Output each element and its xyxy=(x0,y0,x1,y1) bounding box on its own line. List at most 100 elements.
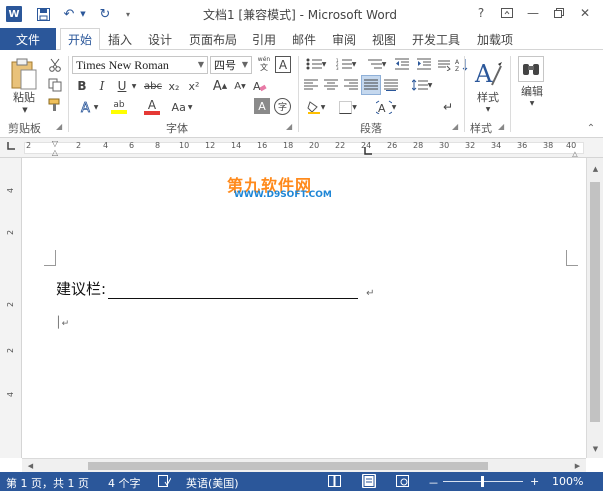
subscript-button[interactable]: x₂ xyxy=(166,78,182,94)
align-left-icon[interactable] xyxy=(302,76,320,94)
tab-selector-icon[interactable] xyxy=(6,141,18,154)
tab-view[interactable]: 视图 xyxy=(366,28,402,50)
font-color-icon[interactable]: A xyxy=(138,98,166,116)
tab-file[interactable]: 文件 xyxy=(0,28,56,50)
font-size-combo[interactable]: 四号 ▼ xyxy=(210,56,252,74)
enclose-characters-icon[interactable]: 字 xyxy=(274,98,291,115)
bold-button[interactable]: B xyxy=(74,78,90,94)
styles-button-label[interactable]: 样式 xyxy=(470,90,506,104)
left-tab-stop-icon[interactable] xyxy=(363,146,373,156)
paste-icon[interactable] xyxy=(6,56,42,92)
document-paragraph[interactable]: 建议栏: ↵ xyxy=(56,278,374,299)
editing-button-label[interactable]: 编辑 xyxy=(516,84,548,98)
paste-dropdown-icon[interactable]: ▼ xyxy=(18,105,32,115)
chinese-layout-icon[interactable] xyxy=(436,56,452,72)
word-app-icon[interactable]: W xyxy=(6,6,22,22)
borders-icon[interactable]: ▼ xyxy=(334,98,362,116)
page-count-status[interactable]: 第 1 页，共 1 页 xyxy=(6,475,89,491)
close-button[interactable]: ✕ xyxy=(574,4,596,22)
cut-icon[interactable] xyxy=(46,56,64,74)
show-paragraph-marks-icon[interactable]: ↵ xyxy=(440,98,456,116)
underline-dropdown-icon[interactable]: ▼ xyxy=(130,78,138,94)
tab-design[interactable]: 设计 xyxy=(142,28,178,50)
scroll-left-icon[interactable]: ◀ xyxy=(22,459,39,473)
change-case-icon[interactable]: Aa ▼ xyxy=(168,98,196,116)
shading-icon[interactable]: ▼ xyxy=(302,98,330,116)
highlight-color-icon[interactable]: ab xyxy=(104,98,134,116)
indent-marker-icon[interactable]: ▽ △ xyxy=(50,138,60,158)
font-name-combo[interactable]: Times New Roman ▼ xyxy=(72,56,208,74)
italic-button[interactable]: I xyxy=(94,78,110,94)
font-name-dropdown-icon[interactable]: ▼ xyxy=(198,57,204,73)
tab-page-layout[interactable]: 页面布局 xyxy=(184,28,242,50)
vertical-scroll-thumb[interactable] xyxy=(590,182,600,422)
scroll-down-icon[interactable]: ▼ xyxy=(587,442,603,456)
styles-launcher-icon[interactable]: ◢ xyxy=(498,122,504,131)
justify-icon[interactable] xyxy=(361,75,381,95)
font-launcher-icon[interactable]: ◢ xyxy=(286,122,292,131)
tab-insert[interactable]: 插入 xyxy=(102,28,138,50)
underline-button[interactable]: U xyxy=(114,78,130,94)
paste-button-label[interactable]: 粘贴 xyxy=(6,90,42,104)
tab-mailings[interactable]: 邮件 xyxy=(286,28,322,50)
tab-review[interactable]: 审阅 xyxy=(326,28,362,50)
asian-typography-icon[interactable]: A ▼ xyxy=(372,98,400,116)
editing-dropdown-icon[interactable]: ▼ xyxy=(526,98,538,108)
styles-dropdown-icon[interactable]: ▼ xyxy=(482,104,494,114)
read-mode-icon[interactable] xyxy=(328,475,342,490)
copy-icon[interactable] xyxy=(46,76,64,94)
numbering-icon[interactable]: 1 2 3 ▼ xyxy=(332,56,360,72)
character-border-icon[interactable]: A xyxy=(275,56,291,73)
collapse-ribbon-icon[interactable]: ⌃ xyxy=(584,122,598,134)
tab-add-ins[interactable]: 加载项 xyxy=(470,28,520,50)
font-size-dropdown-icon[interactable]: ▼ xyxy=(242,57,248,73)
character-shading-icon[interactable]: A xyxy=(254,98,270,114)
scroll-up-icon[interactable]: ▲ xyxy=(587,162,603,176)
vertical-scrollbar[interactable]: ▲ ▼ xyxy=(586,158,603,458)
zoom-out-button[interactable]: － xyxy=(428,475,439,491)
document-canvas[interactable]: 第九软件网 WWW.D9SOFT.COM 建议栏: ↵ │↵ xyxy=(22,158,586,458)
zoom-slider-thumb[interactable] xyxy=(481,476,484,487)
redo-icon[interactable]: ↻ xyxy=(96,5,114,23)
print-layout-icon[interactable] xyxy=(362,474,376,488)
clipboard-launcher-icon[interactable]: ◢ xyxy=(56,122,62,131)
align-center-icon[interactable] xyxy=(322,76,340,94)
text-effects-icon[interactable]: A ▼ xyxy=(74,98,104,116)
phonetic-guide-icon[interactable]: wén 文 xyxy=(255,54,273,74)
tab-developer[interactable]: 开发工具 xyxy=(406,28,466,50)
align-right-icon[interactable] xyxy=(342,76,360,94)
web-layout-icon[interactable] xyxy=(396,475,410,490)
tab-home[interactable]: 开始 xyxy=(60,28,100,51)
superscript-button[interactable]: x² xyxy=(186,78,202,94)
help-button[interactable]: ? xyxy=(470,4,492,22)
scroll-right-icon[interactable]: ▶ xyxy=(569,459,586,473)
clear-formatting-icon[interactable]: A xyxy=(252,78,268,94)
shrink-font-icon[interactable]: A ▼ xyxy=(232,78,248,94)
save-icon[interactable] xyxy=(34,5,52,23)
paragraph-launcher-icon[interactable]: ◢ xyxy=(452,122,458,131)
right-indent-marker-icon[interactable]: △ xyxy=(570,150,580,158)
tab-references[interactable]: 引用 xyxy=(246,28,282,50)
undo-icon[interactable]: ↶ xyxy=(60,5,78,23)
increase-indent-icon[interactable] xyxy=(414,56,434,72)
styles-icon[interactable]: A xyxy=(470,56,506,90)
undo-dropdown-icon[interactable]: ▼ xyxy=(78,5,88,23)
minimize-button[interactable]: — xyxy=(522,4,544,22)
zoom-level[interactable]: 100% xyxy=(552,475,583,488)
grow-font-icon[interactable]: A ▲ xyxy=(212,78,228,94)
horizontal-scrollbar[interactable]: ◀ ▶ xyxy=(22,458,586,472)
decrease-indent-icon[interactable] xyxy=(392,56,412,72)
distributed-icon[interactable] xyxy=(382,76,400,94)
language-status[interactable]: 英语(美国) xyxy=(186,475,239,491)
customize-quick-access-icon[interactable]: ▾ xyxy=(122,5,134,23)
format-painter-icon[interactable] xyxy=(46,96,64,114)
multilevel-list-icon[interactable]: ▼ xyxy=(362,56,390,72)
word-count-status[interactable]: 4 个字 xyxy=(108,475,141,491)
proofing-icon[interactable] xyxy=(158,475,172,490)
find-icon[interactable] xyxy=(518,56,544,82)
maximize-icon[interactable] xyxy=(548,4,570,22)
sort-icon[interactable]: AZ xyxy=(454,56,470,72)
horizontal-scroll-thumb[interactable] xyxy=(88,462,488,470)
line-spacing-icon[interactable]: ▼ xyxy=(408,76,436,94)
ribbon-display-options-icon[interactable] xyxy=(496,4,518,22)
